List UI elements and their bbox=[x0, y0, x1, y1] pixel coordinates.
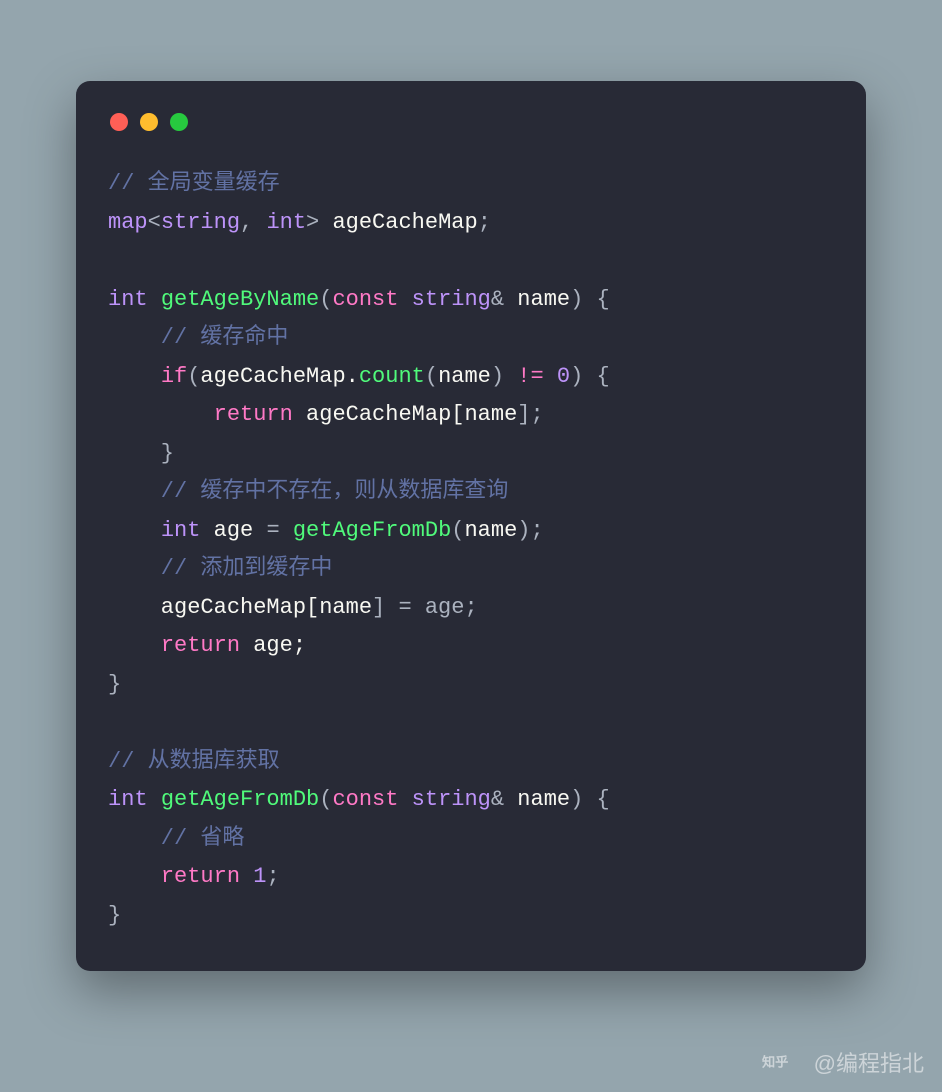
code-token: ) { bbox=[570, 787, 610, 812]
code-token: getAgeFromDb bbox=[293, 518, 451, 543]
code-token: if bbox=[161, 364, 187, 389]
code-token: 0 bbox=[557, 364, 570, 389]
code-token: , bbox=[240, 210, 266, 235]
code-token: ( bbox=[451, 518, 464, 543]
code-token: age; bbox=[253, 633, 306, 658]
code-token: return bbox=[214, 402, 306, 427]
code-token: ( bbox=[187, 364, 200, 389]
code-token: ); bbox=[517, 518, 543, 543]
zhihu-logo-icon: 知乎 bbox=[762, 1052, 806, 1072]
watermark: 知乎 @编程指北 bbox=[762, 1046, 924, 1078]
maximize-icon[interactable] bbox=[170, 113, 188, 131]
code-token: ) { bbox=[570, 364, 610, 389]
code-token: = bbox=[266, 518, 292, 543]
code-token: ( bbox=[425, 364, 438, 389]
code-token: int bbox=[108, 787, 161, 812]
code-token bbox=[108, 402, 214, 427]
code-token: return bbox=[161, 864, 253, 889]
code-token: ] = age; bbox=[372, 595, 478, 620]
code-token: const bbox=[332, 287, 411, 312]
code-token: < bbox=[148, 210, 161, 235]
svg-text:知乎: 知乎 bbox=[762, 1053, 788, 1069]
code-block: // 全局变量缓存 map<string, int> ageCacheMap; … bbox=[108, 165, 834, 935]
code-token: // 全局变量缓存 bbox=[108, 171, 280, 196]
code-token: count bbox=[359, 364, 425, 389]
code-token: 1 bbox=[253, 864, 266, 889]
code-token: const bbox=[332, 787, 411, 812]
code-token: getAgeByName bbox=[161, 287, 319, 312]
code-token: ageCacheMap bbox=[332, 210, 477, 235]
minimize-icon[interactable] bbox=[140, 113, 158, 131]
code-token bbox=[544, 364, 557, 389]
code-token: } bbox=[108, 903, 121, 928]
code-token: != bbox=[517, 364, 543, 389]
code-token: name bbox=[517, 287, 570, 312]
code-token: // 省略 bbox=[108, 826, 244, 851]
code-token: ( bbox=[319, 787, 332, 812]
code-token: name bbox=[517, 787, 570, 812]
code-token: & bbox=[491, 787, 517, 812]
code-token: // 缓存命中 bbox=[108, 325, 288, 350]
code-token: // 从数据库获取 bbox=[108, 749, 280, 774]
code-token: > bbox=[306, 210, 332, 235]
code-token: & bbox=[491, 287, 517, 312]
code-token: int bbox=[108, 287, 161, 312]
code-token: int bbox=[161, 518, 214, 543]
code-token bbox=[108, 518, 161, 543]
code-token: age bbox=[214, 518, 267, 543]
code-token: string bbox=[412, 287, 491, 312]
window-controls bbox=[110, 113, 834, 131]
code-token: ) { bbox=[570, 287, 610, 312]
code-token: name bbox=[464, 518, 517, 543]
close-icon[interactable] bbox=[110, 113, 128, 131]
code-token bbox=[108, 364, 161, 389]
code-token: return bbox=[161, 633, 253, 658]
code-token bbox=[108, 864, 161, 889]
code-token bbox=[108, 633, 161, 658]
code-token: getAgeFromDb bbox=[161, 787, 319, 812]
code-token: ]; bbox=[517, 402, 543, 427]
code-token: name bbox=[319, 595, 372, 620]
code-token: } bbox=[108, 441, 174, 466]
code-token: // 缓存中不存在，则从数据库查询 bbox=[108, 479, 508, 504]
code-token: name bbox=[438, 364, 491, 389]
code-token: ; bbox=[266, 864, 279, 889]
code-token: map bbox=[108, 210, 148, 235]
code-token: string bbox=[161, 210, 240, 235]
code-token: int bbox=[266, 210, 306, 235]
code-token: ageCacheMap[ bbox=[306, 402, 464, 427]
code-token: // 添加到缓存中 bbox=[108, 556, 332, 581]
code-token: ageCacheMap. bbox=[200, 364, 358, 389]
code-token: ( bbox=[319, 287, 332, 312]
code-token: ) bbox=[491, 364, 517, 389]
code-token: } bbox=[108, 672, 121, 697]
watermark-text: @编程指北 bbox=[814, 1046, 924, 1078]
code-token: string bbox=[412, 787, 491, 812]
code-token: ageCacheMap[ bbox=[108, 595, 319, 620]
code-token: ; bbox=[478, 210, 491, 235]
code-window: // 全局变量缓存 map<string, int> ageCacheMap; … bbox=[76, 81, 866, 971]
code-token: name bbox=[464, 402, 517, 427]
